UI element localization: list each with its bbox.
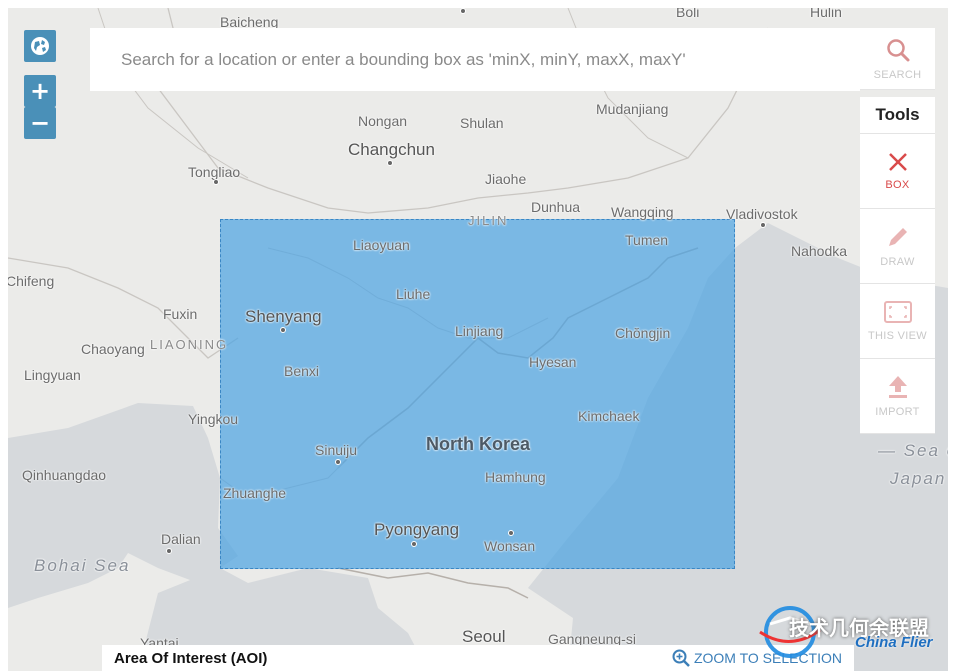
map-label-hulin: Hulin: [810, 8, 842, 20]
close-x-icon: [888, 153, 907, 171]
map-label-north-korea: North Korea: [426, 434, 531, 454]
frame-icon: [883, 301, 912, 323]
tools-sidebar: SEARCH Tools BOX DRAW THIS VIEW IMPORT: [860, 28, 935, 434]
map-label-hyesan: Hyesan: [529, 354, 577, 370]
map-label-dunhua: Dunhua: [531, 199, 581, 215]
map-label-liaoyuan: Liaoyuan: [353, 237, 410, 253]
map-label-qinhuangdao: Qinhuangdao: [22, 467, 107, 483]
map-label-chifeng: Chifeng: [8, 273, 55, 289]
city-dot: [460, 8, 466, 14]
tool-draw-label: DRAW: [880, 256, 915, 268]
tool-import-button[interactable]: IMPORT: [860, 359, 935, 434]
watermark: 技术几何余联盟 China Flier: [745, 598, 955, 668]
map-label-mudanjiang: Mudanjiang: [596, 101, 669, 117]
search-button[interactable]: SEARCH: [860, 28, 935, 90]
search-icon: [886, 38, 909, 61]
map-label-bohai-sea: Bohai Sea: [34, 556, 131, 575]
map-label-japan: Japan: [890, 469, 947, 488]
map-label-chaoyang: Chaoyang: [81, 341, 145, 357]
map-label-tongliao: Tongliao: [188, 164, 241, 180]
search-input[interactable]: [121, 49, 821, 70]
map-label-pyongyang: Pyongyang: [374, 520, 460, 539]
aoi-panel: Area Of Interest (AOI) ZOOM TO SELECTION: [102, 645, 854, 671]
map-label-lingyuan: Lingyuan: [24, 367, 81, 383]
map-label-jiaohe: Jiaohe: [485, 171, 527, 187]
map-label-boli: Boli: [676, 8, 700, 20]
map-label-benxi: Benxi: [284, 363, 320, 379]
tool-box-button[interactable]: BOX: [860, 134, 935, 209]
tool-box-label: BOX: [885, 179, 910, 191]
map-label-changchun: Changchun: [348, 140, 435, 159]
city-dot: [166, 548, 172, 554]
map-label-zhuanghe: Zhuanghe: [223, 485, 287, 501]
map-label-wonsan: Wonsan: [484, 538, 536, 554]
map-label-sea-of-japan: — Sea o: [878, 441, 948, 460]
tool-draw-button[interactable]: DRAW: [860, 209, 935, 284]
tool-import-label: IMPORT: [875, 406, 920, 418]
map-label-seoul: Seoul: [462, 627, 506, 646]
city-dot: [508, 530, 514, 536]
aoi-title: Area Of Interest (AOI): [114, 649, 268, 667]
map-label-vladivostok: Vladivostok: [726, 206, 798, 222]
globe-button[interactable]: [24, 30, 56, 62]
city-dot: [335, 459, 341, 465]
app-page: Baicheng Boli Hulin Nongan Shulan Mudanj…: [0, 0, 957, 671]
zoom-in-button[interactable]: +: [24, 75, 56, 107]
map-label-nongan: Nongan: [358, 113, 408, 129]
zoom-plus-icon: [672, 649, 690, 667]
tool-this-view-label: THIS VIEW: [868, 330, 927, 342]
watermark-brand: China Flier: [855, 634, 933, 651]
city-dot: [411, 541, 417, 547]
aoi-selection-box[interactable]: [220, 219, 735, 569]
map-label-hamhung: Hamhung: [485, 469, 546, 485]
upload-icon: [888, 376, 907, 398]
tool-this-view-button[interactable]: THIS VIEW: [860, 284, 935, 359]
map-label-dalian: Dalian: [161, 531, 201, 547]
map-label-wangqing: Wangqing: [611, 204, 674, 220]
map-label-linjiang: Linjiang: [455, 323, 504, 339]
search-bar: [90, 28, 860, 91]
search-button-label: SEARCH: [873, 68, 922, 81]
map-label-liuhe: Liuhe: [396, 286, 431, 302]
map-label-kimchaek: Kimchaek: [578, 408, 640, 424]
city-dot: [213, 179, 219, 185]
map-label-liaoning: LIAONING: [150, 337, 229, 352]
map-label-jilin: JILIN: [468, 213, 509, 228]
tools-heading: Tools: [860, 97, 935, 134]
zoom-out-button[interactable]: −: [24, 107, 56, 139]
map-canvas[interactable]: Baicheng Boli Hulin Nongan Shulan Mudanj…: [8, 8, 948, 671]
map-label-yingkou: Yingkou: [188, 411, 239, 427]
city-dot: [760, 222, 766, 228]
pencil-icon: [888, 228, 907, 246]
map-label-sinuiju: Sinuiju: [315, 442, 358, 458]
map-label-tumen: Tumen: [625, 232, 669, 248]
map-label-nahodka: Nahodka: [791, 243, 848, 259]
map-label-fuxin: Fuxin: [163, 306, 198, 322]
map-label-shenyang: Shenyang: [245, 307, 322, 326]
map-label-shulan: Shulan: [460, 115, 504, 131]
city-dot: [387, 160, 393, 166]
globe-icon: [31, 37, 49, 55]
city-dot: [280, 327, 286, 333]
map-label-chongjin: Chŏngjin: [615, 325, 671, 341]
